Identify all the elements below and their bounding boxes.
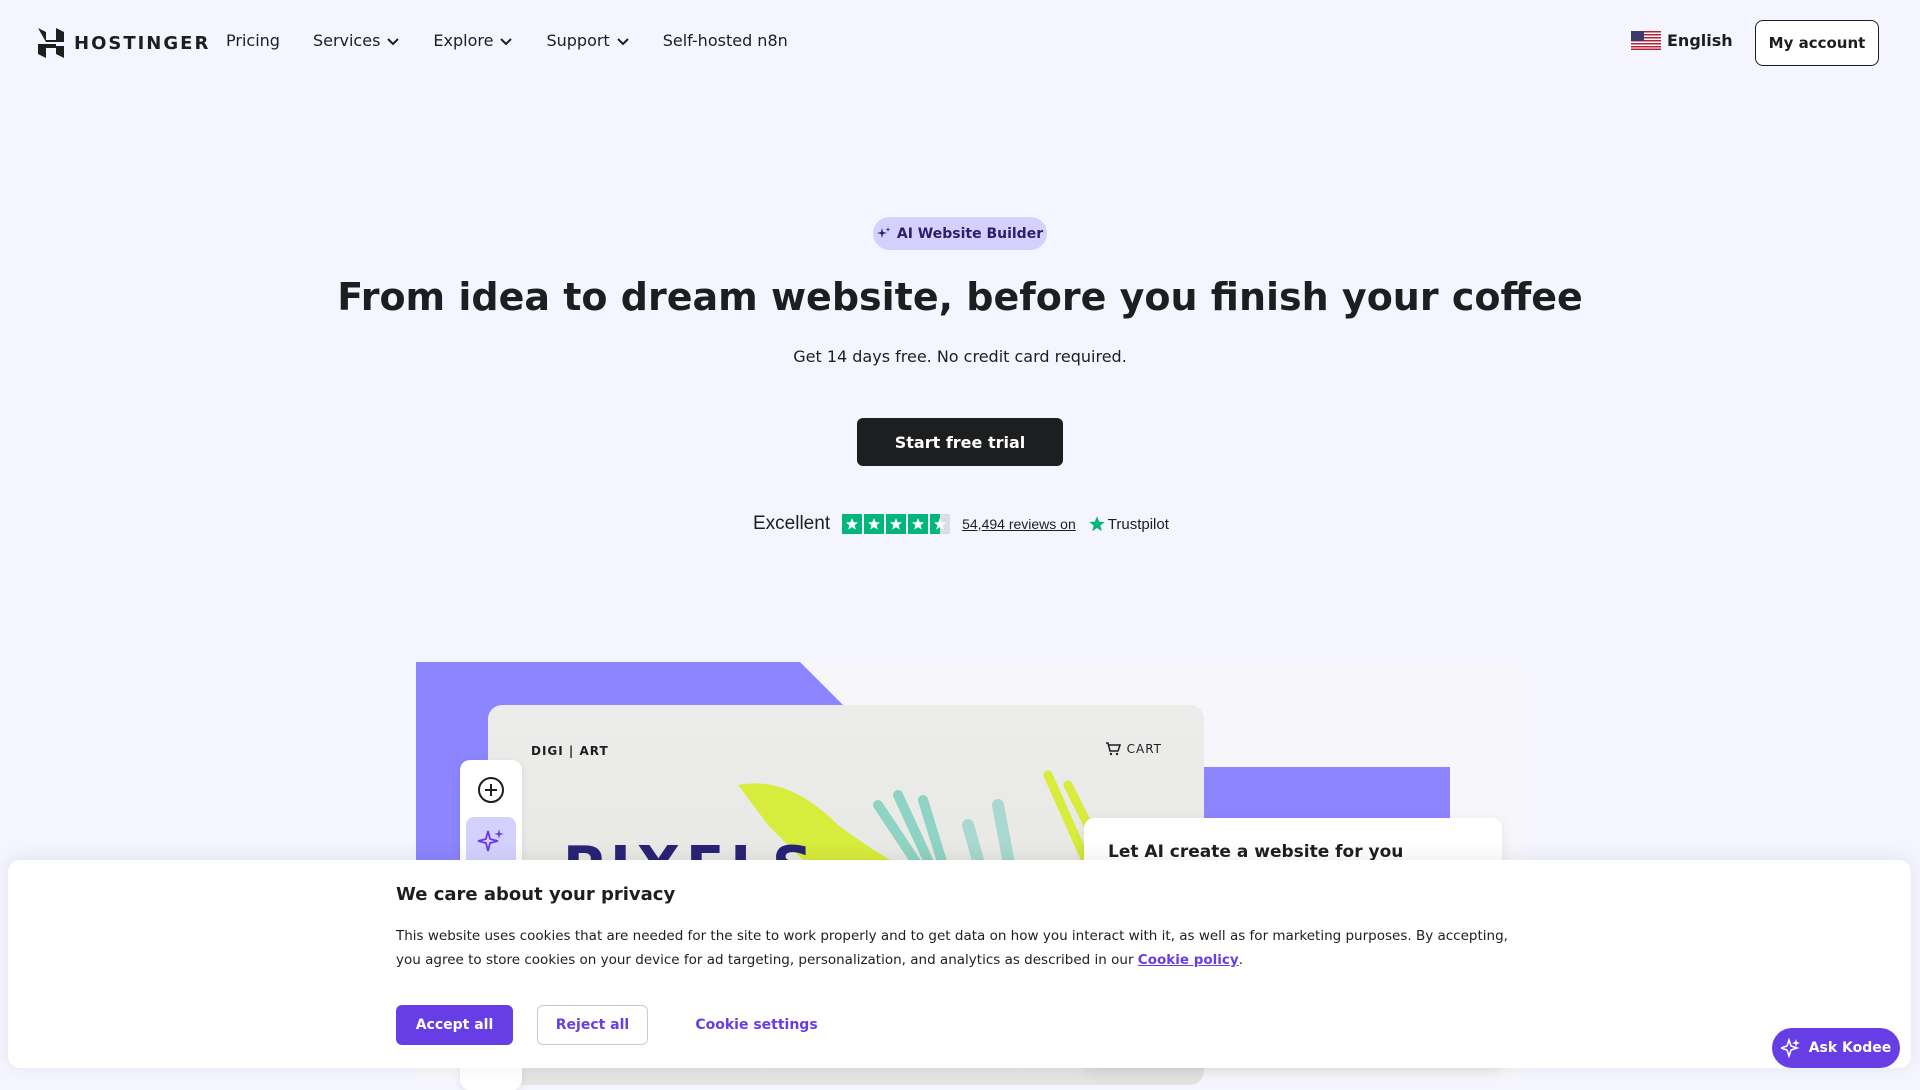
chevron-down-icon [616,37,629,45]
hero-subtitle: Get 14 days free. No credit card require… [793,347,1127,366]
language-label: English [1667,31,1733,50]
half-star-icon [930,514,951,534]
trustpilot-stars [842,514,951,534]
nav-explore[interactable]: Explore [433,31,513,50]
us-flag-icon [1631,31,1661,50]
chevron-down-icon [500,37,513,45]
nav-explore-label: Explore [433,31,494,50]
logo-text: HOSTINGER [74,32,211,54]
trustpilot-star-icon [1089,516,1105,532]
hostinger-logo-icon [38,28,64,58]
cookie-text: This website uses cookies that are neede… [396,924,1536,972]
start-free-trial-button[interactable]: Start free trial [857,418,1063,466]
ai-card-title: Let AI create a website for you [1108,842,1404,862]
cookie-body: This website uses cookies that are neede… [396,928,1508,968]
trustpilot-logo[interactable]: Trustpilot [1088,515,1169,533]
site-header: HOSTINGER Pricing Services Explore Suppo… [0,0,1920,86]
hostinger-logo[interactable]: HOSTINGER [38,28,210,58]
ask-kodee-label: Ask Kodee [1808,1040,1892,1056]
star-icon [842,514,863,534]
nav-self-hosted-label: Self-hosted n8n [662,31,788,50]
add-element-button[interactable] [466,765,516,815]
trustpilot-widget: Excellent 54,494 reviews on Trustpilot [753,511,1169,537]
trustpilot-label: Trustpilot [1107,515,1169,533]
nav-self-hosted-n8n[interactable]: Self-hosted n8n [663,31,788,50]
kodee-sparkle-icon [1780,1038,1800,1058]
language-selector[interactable]: English [1631,31,1733,50]
trust-rating-word: Excellent [753,513,831,534]
nav-services[interactable]: Services [313,31,400,50]
reviews-link[interactable]: 54,494 reviews on [962,516,1076,532]
cookie-text-end: . [1238,952,1244,968]
nav-support-label: Support [546,31,610,50]
reject-all-button[interactable]: Reject all [537,1005,648,1045]
star-icon [908,514,929,534]
cookie-title: We care about your privacy [396,884,676,905]
sparkle-icon [876,226,891,238]
hero-title: From idea to dream website, before you f… [337,275,1583,319]
nav-support[interactable]: Support [546,31,629,50]
ask-kodee-button[interactable]: Ask Kodee [1772,1028,1900,1068]
cookie-policy-link[interactable]: Cookie policy [1138,952,1239,968]
cart-icon [1105,742,1121,756]
nav-pricing-label: Pricing [226,31,280,50]
cookie-banner: We care about your privacy This website … [8,860,1911,1068]
main-nav: Pricing Services Explore Support Self-ho… [226,31,821,50]
badge-label: AI Website Builder [896,225,1044,242]
nav-services-label: Services [312,31,381,50]
plus-circle-icon [478,777,504,803]
accept-all-button[interactable]: Accept all [396,1005,513,1045]
sparkle-icon [477,829,504,852]
star-icon [864,514,885,534]
star-icon [886,514,907,534]
cart-label: CART [1126,742,1162,756]
my-account-button[interactable]: My account [1755,20,1879,66]
chevron-down-icon [387,37,400,45]
preview-brand: DIGI | ART [531,744,609,758]
cookie-settings-button[interactable]: Cookie settings [684,1005,829,1045]
ai-website-builder-badge: AI Website Builder [873,217,1047,250]
nav-pricing[interactable]: Pricing [226,31,280,50]
preview-cart: CART [1105,742,1162,756]
